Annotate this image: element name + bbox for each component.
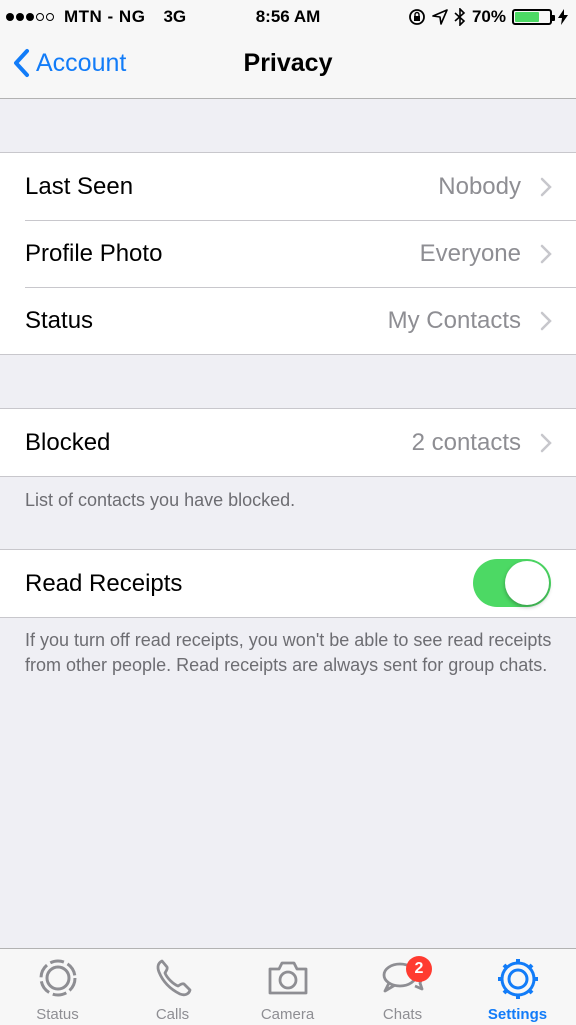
read-receipts-group: Read Receipts [0, 549, 576, 618]
unread-badge: 2 [406, 956, 432, 982]
page-title: Privacy [243, 49, 333, 77]
tab-label: Camera [260, 1006, 315, 1023]
chevron-right-icon [540, 177, 552, 197]
read-receipts-footnote: If you turn off read receipts, you won't… [25, 630, 552, 675]
tab-chats[interactable]: 2 Chats [345, 949, 460, 1025]
row-profile-photo[interactable]: Profile Photo Everyone [0, 220, 576, 287]
status-bar-right: 70% [408, 7, 568, 27]
tab-bar: Status Calls Camera 2 Chats Settings [0, 948, 576, 1025]
battery-percent: 70% [471, 7, 506, 26]
tab-label: Settings [487, 1006, 548, 1023]
tab-settings[interactable]: Settings [460, 949, 575, 1025]
status-bar: MTN - NG 3G 8:56 AM 70% [0, 0, 576, 32]
bluetooth-icon [454, 8, 466, 26]
row-blocked[interactable]: Blocked 2 contacts [0, 409, 576, 476]
tab-camera[interactable]: Camera [230, 949, 345, 1025]
privacy-settings-group: Last Seen Nobody Profile Photo Everyone … [0, 152, 576, 355]
location-arrow-icon [432, 9, 448, 25]
battery-icon [512, 9, 555, 25]
row-label: Last Seen [25, 172, 134, 200]
read-receipts-toggle[interactable] [473, 559, 551, 607]
row-label: Read Receipts [25, 569, 183, 597]
tab-label: Status [36, 1006, 79, 1023]
row-value: My Contacts [387, 306, 521, 334]
charging-bolt-icon [558, 9, 568, 25]
row-label: Profile Photo [25, 239, 163, 267]
toggle-knob [505, 561, 549, 605]
tab-status[interactable]: Status [0, 949, 115, 1025]
row-value: 2 contacts [411, 428, 521, 456]
camera-icon [268, 961, 307, 995]
row-last-seen[interactable]: Last Seen Nobody [0, 153, 576, 220]
row-value: Nobody [438, 172, 521, 200]
blocked-footnote: List of contacts you have blocked. [25, 490, 296, 510]
row-read-receipts: Read Receipts [0, 550, 576, 617]
tab-calls[interactable]: Calls [115, 949, 230, 1025]
chevron-right-icon [540, 311, 552, 331]
row-label: Blocked [25, 428, 111, 456]
navigation-bar: Account Privacy [0, 32, 576, 99]
chevron-right-icon [540, 433, 552, 453]
phone-icon [156, 959, 191, 997]
tab-label: Chats [382, 1006, 423, 1023]
tab-label: Calls [155, 1006, 190, 1023]
gear-icon [497, 959, 538, 999]
status-icon [39, 959, 76, 997]
blocked-group: Blocked 2 contacts [0, 408, 576, 477]
row-label: Status [25, 306, 94, 334]
chevron-right-icon [540, 244, 552, 264]
rotation-lock-icon [409, 9, 425, 25]
row-status[interactable]: Status My Contacts [0, 287, 576, 354]
row-value: Everyone [419, 239, 521, 267]
